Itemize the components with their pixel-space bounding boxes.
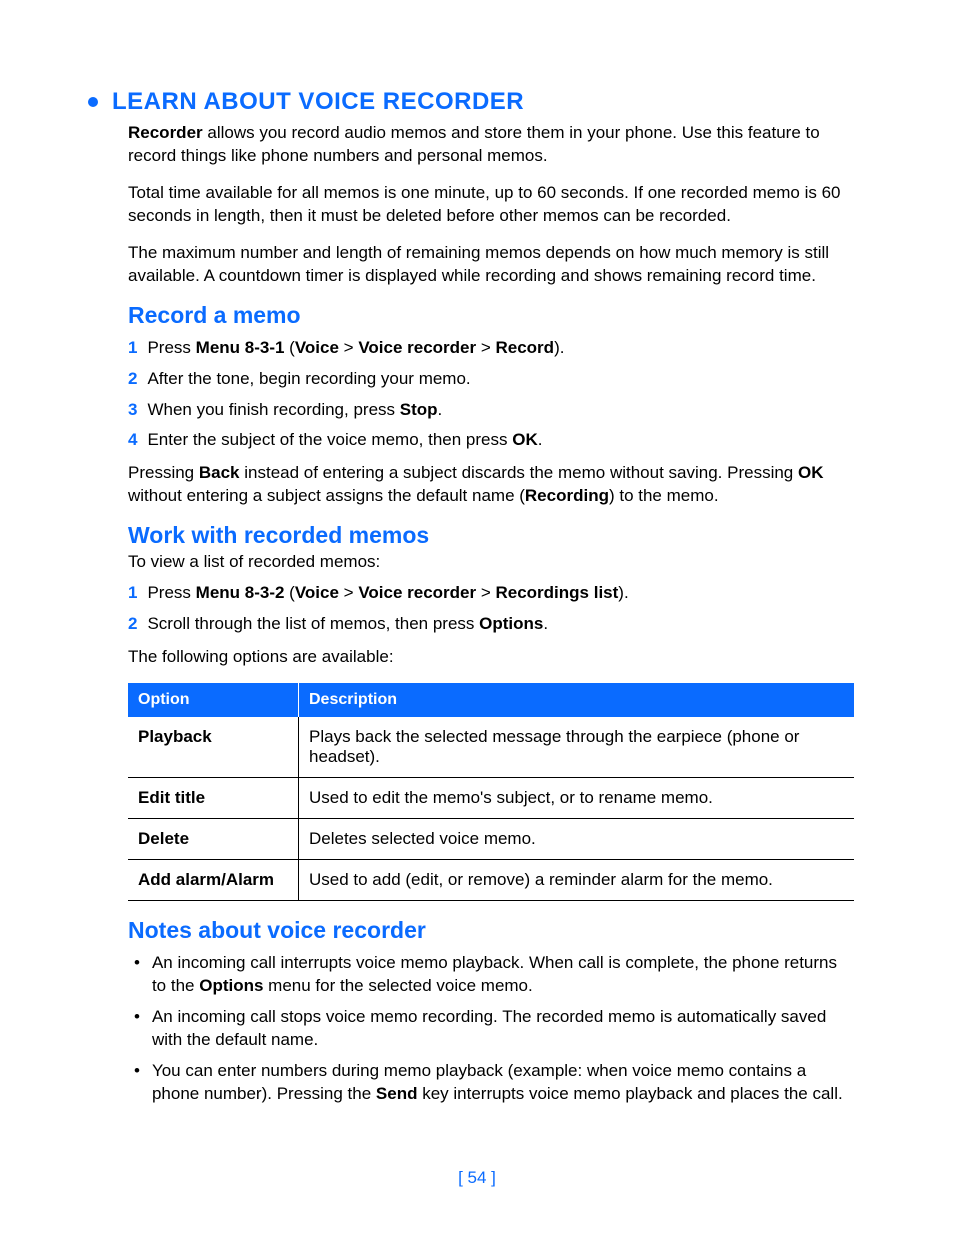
bullet-icon: •	[128, 1006, 140, 1052]
main-heading: LEARN ABOUT VOICE RECORDER	[112, 88, 524, 116]
note-text: An incoming call interrupts voice memo p…	[152, 952, 854, 998]
list-item: • An incoming call stops voice memo reco…	[128, 1006, 854, 1052]
list-item: 3 When you finish recording, press Stop.	[128, 399, 854, 422]
work-after-paragraph: The following options are available:	[128, 646, 854, 669]
option-cell: Delete	[128, 819, 299, 860]
list-item: 2 Scroll through the list of memos, then…	[128, 613, 854, 636]
notes-list: • An incoming call interrupts voice memo…	[128, 952, 854, 1106]
option-cell: Add alarm/Alarm	[128, 860, 299, 901]
step-number: 1	[128, 582, 137, 605]
section-heading-record: Record a memo	[128, 302, 854, 329]
table-header-row: Option Description	[128, 683, 854, 717]
step-text: Scroll through the list of memos, then p…	[147, 613, 548, 636]
intro-text: allows you record audio memos and store …	[128, 123, 820, 165]
description-cell: Plays back the selected message through …	[299, 717, 855, 778]
step-text: When you finish recording, press Stop.	[147, 399, 442, 422]
th-description: Description	[299, 683, 855, 717]
th-option: Option	[128, 683, 299, 717]
step-number: 2	[128, 613, 137, 636]
work-intro: To view a list of recorded memos:	[128, 551, 854, 574]
list-item: 1 Press Menu 8-3-2 (Voice > Voice record…	[128, 582, 854, 605]
step-number: 4	[128, 429, 137, 452]
table-row: Edit title Used to edit the memo's subje…	[128, 778, 854, 819]
intro-paragraph-1: Recorder allows you record audio memos a…	[128, 122, 854, 168]
option-cell: Playback	[128, 717, 299, 778]
intro-paragraph-2: Total time available for all memos is on…	[128, 182, 854, 228]
bullet-icon: •	[128, 952, 140, 998]
record-after-paragraph: Pressing Back instead of entering a subj…	[128, 462, 854, 508]
list-item: • An incoming call interrupts voice memo…	[128, 952, 854, 998]
bullet-icon: •	[128, 1060, 140, 1106]
options-table: Option Description Playback Plays back t…	[128, 683, 854, 901]
list-item: 2 After the tone, begin recording your m…	[128, 368, 854, 391]
table-row: Add alarm/Alarm Used to add (edit, or re…	[128, 860, 854, 901]
document-page: LEARN ABOUT VOICE RECORDER Recorder allo…	[0, 0, 954, 1248]
list-item: 4 Enter the subject of the voice memo, t…	[128, 429, 854, 452]
step-text: After the tone, begin recording your mem…	[147, 368, 470, 391]
page-number: [ 54 ]	[0, 1168, 954, 1188]
section-heading-work: Work with recorded memos	[128, 522, 854, 549]
step-text: Enter the subject of the voice memo, the…	[147, 429, 542, 452]
description-cell: Deletes selected voice memo.	[299, 819, 855, 860]
list-item: • You can enter numbers during memo play…	[128, 1060, 854, 1106]
work-steps: 1 Press Menu 8-3-2 (Voice > Voice record…	[128, 582, 854, 636]
list-item: 1 Press Menu 8-3-1 (Voice > Voice record…	[128, 337, 854, 360]
step-number: 3	[128, 399, 137, 422]
main-heading-row: LEARN ABOUT VOICE RECORDER	[88, 88, 854, 116]
step-number: 1	[128, 337, 137, 360]
step-text: Press Menu 8-3-2 (Voice > Voice recorder…	[147, 582, 628, 605]
section-heading-notes: Notes about voice recorder	[128, 917, 854, 944]
intro-bold: Recorder	[128, 123, 203, 142]
step-text: Press Menu 8-3-1 (Voice > Voice recorder…	[147, 337, 564, 360]
description-cell: Used to add (edit, or remove) a reminder…	[299, 860, 855, 901]
table-row: Playback Plays back the selected message…	[128, 717, 854, 778]
note-text: An incoming call stops voice memo record…	[152, 1006, 854, 1052]
note-text: You can enter numbers during memo playba…	[152, 1060, 854, 1106]
bullet-icon	[88, 97, 98, 107]
table-row: Delete Deletes selected voice memo.	[128, 819, 854, 860]
record-steps: 1 Press Menu 8-3-1 (Voice > Voice record…	[128, 337, 854, 453]
intro-paragraph-3: The maximum number and length of remaini…	[128, 242, 854, 288]
step-number: 2	[128, 368, 137, 391]
option-cell: Edit title	[128, 778, 299, 819]
description-cell: Used to edit the memo's subject, or to r…	[299, 778, 855, 819]
